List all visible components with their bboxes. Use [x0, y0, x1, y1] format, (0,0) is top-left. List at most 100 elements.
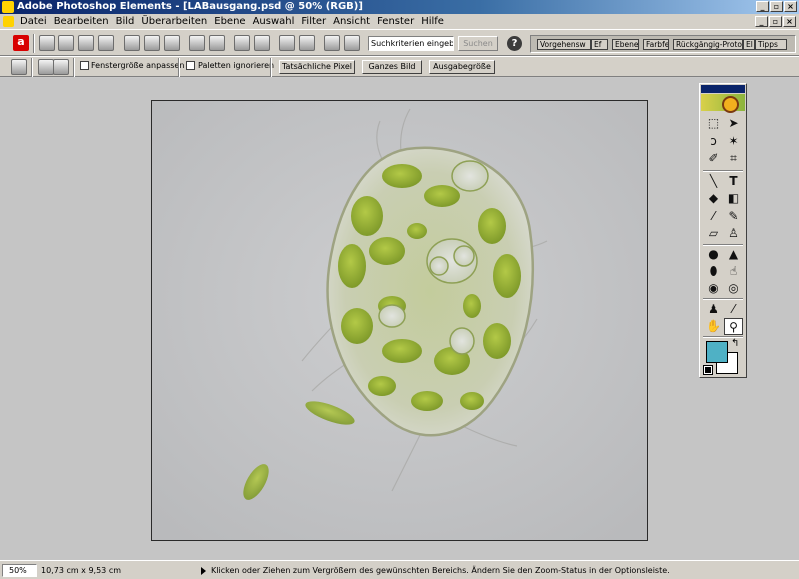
palette-tab-farbfelder[interactable]: Farbfe — [643, 39, 669, 50]
menu-auswahl[interactable]: Auswahl — [251, 14, 300, 29]
zoom-field[interactable]: 50% — [2, 564, 37, 577]
window-controls: _ ▫ × — [756, 1, 797, 12]
menu-ebene[interactable]: Ebene — [212, 14, 250, 29]
swap-colors-icon[interactable]: ↰ — [731, 339, 739, 349]
document-canvas[interactable] — [151, 100, 648, 541]
foreground-color-swatch[interactable] — [706, 341, 728, 363]
document-size: 10,73 cm x 9,53 cm — [41, 566, 122, 575]
palette-tab-tipps[interactable]: Tipps — [755, 39, 787, 50]
search-input[interactable]: Suchkriterien eingeben — [368, 36, 454, 51]
palette-tab-vorgehensweisen[interactable]: Vorgehensw — [537, 39, 591, 50]
line-tool-icon[interactable]: ╲ — [704, 173, 723, 190]
redo-icon[interactable] — [299, 35, 315, 51]
menu-hilfe[interactable]: Hilfe — [419, 14, 449, 29]
pencil-tool-icon[interactable]: ✎ — [724, 208, 743, 225]
gradient-tool-icon[interactable]: ◧ — [724, 190, 743, 207]
fit-on-screen-button[interactable]: Ganzes Bild — [362, 60, 422, 74]
elements-logo[interactable] — [701, 94, 745, 113]
zoom-in-icon[interactable] — [38, 59, 54, 75]
doc-restore-button[interactable]: ▫ — [769, 16, 782, 27]
hand-tool-icon[interactable]: ✋ — [704, 318, 723, 335]
close-button[interactable]: × — [784, 1, 797, 12]
copy-icon[interactable] — [324, 35, 340, 51]
zoom-tool-icon[interactable] — [11, 59, 27, 75]
adobe-online-icon[interactable]: a — [13, 35, 29, 51]
magic-wand-tool-icon[interactable]: ✶ — [724, 133, 743, 150]
clone-stamp-tool-icon[interactable]: ♙ — [724, 225, 743, 242]
palette-tab-el[interactable]: El — [743, 39, 755, 50]
status-menu-arrow-icon[interactable] — [201, 567, 206, 575]
help-icon[interactable]: ? — [507, 36, 522, 51]
marquee-tool-icon[interactable]: ⬚ — [704, 115, 723, 132]
document-window-controls: _ ▫ × — [755, 16, 796, 27]
palette-well: Vorgehensw Ef Ebenen Farbfe Rückgängig-P… — [530, 35, 796, 53]
photomerge-icon[interactable] — [189, 35, 205, 51]
type-tool-icon[interactable]: T — [724, 173, 743, 190]
actual-pixels-button[interactable]: Tatsächliche Pixel — [279, 60, 355, 74]
minimize-button[interactable]: _ — [756, 1, 769, 12]
print-preview-icon[interactable] — [254, 35, 270, 51]
paint-bucket-tool-icon[interactable]: ◆ — [704, 190, 723, 207]
quick-fix-icon[interactable] — [209, 35, 225, 51]
brush-tool-icon[interactable]: ⁄ — [704, 208, 723, 225]
status-bar: 50% 10,73 cm x 9,53 cm Klicken oder Zieh… — [0, 560, 799, 579]
lasso-tool-icon[interactable]: ↄ — [704, 133, 723, 150]
toolbar-separator — [33, 34, 35, 53]
ignore-palettes-label: Paletten ignorieren — [198, 61, 275, 70]
toolbox-separator — [703, 298, 743, 300]
print-icon[interactable] — [234, 35, 250, 51]
menu-bearbeiten[interactable]: Bearbeiten — [52, 14, 114, 29]
sponge-tool-icon[interactable]: ⬮ — [704, 263, 723, 280]
eraser-tool-icon[interactable]: ▱ — [704, 225, 723, 242]
palette-tab-ebenen[interactable]: Ebenen — [612, 39, 639, 50]
paste-icon[interactable] — [344, 35, 360, 51]
toolbox: ⬚ ➤ ↄ ✶ ✐ ⌗ ╲ T ◆ ◧ ⁄ ✎ ▱ ♙ ● ▲ ⬮ ☝ ◉ ◎ … — [699, 83, 747, 378]
selection-brush-tool-icon[interactable]: ✐ — [704, 150, 723, 167]
window-title: Adobe Photoshop Elements - [LABausgang.p… — [17, 1, 363, 12]
options-separator — [73, 58, 75, 77]
save-icon[interactable] — [124, 35, 140, 51]
move-tool-icon[interactable]: ➤ — [724, 115, 743, 132]
undo-icon[interactable] — [279, 35, 295, 51]
crop-tool-icon[interactable]: ⌗ — [724, 150, 743, 167]
attach-email-icon[interactable] — [164, 35, 180, 51]
zoom-tool-selected-icon[interactable]: ⚲ — [724, 318, 743, 335]
scan-icon[interactable] — [78, 35, 94, 51]
menu-filter[interactable]: Filter — [299, 14, 331, 29]
custom-shape-tool-icon[interactable]: ♟ — [704, 301, 723, 318]
app-icon — [2, 1, 14, 13]
red-eye-tool-icon[interactable]: ◉ — [704, 280, 723, 297]
options-separator — [178, 58, 180, 77]
document-icon[interactable] — [3, 16, 14, 27]
palette-tab-rueckgaengig-protokoll[interactable]: Rückgängig-Protok — [673, 39, 743, 50]
menu-bar: Datei Bearbeiten Bild Überarbeiten Ebene… — [0, 14, 799, 29]
options-separator — [270, 58, 272, 77]
menu-ansicht[interactable]: Ansicht — [331, 14, 375, 29]
palette-tab-effekte[interactable]: Ef — [591, 39, 608, 50]
eyedropper-tool-icon[interactable]: ⁄ — [724, 301, 743, 318]
options-separator — [31, 58, 33, 77]
menu-fenster[interactable]: Fenster — [375, 14, 419, 29]
title-bar: Adobe Photoshop Elements - [LABausgang.p… — [0, 0, 799, 14]
save-for-web-icon[interactable] — [144, 35, 160, 51]
resize-windows-checkbox[interactable] — [80, 61, 89, 70]
search-button[interactable]: Suchen — [458, 36, 498, 51]
default-colors-icon[interactable] — [703, 365, 713, 375]
import-icon[interactable] — [98, 35, 114, 51]
sharpen-tool-icon[interactable]: ▲ — [724, 246, 743, 263]
new-file-icon[interactable] — [39, 35, 55, 51]
menu-bild[interactable]: Bild — [114, 14, 140, 29]
doc-minimize-button[interactable]: _ — [755, 16, 768, 27]
blur-tool-icon[interactable]: ● — [704, 246, 723, 263]
menu-ueberarbeiten[interactable]: Überarbeiten — [139, 14, 212, 29]
doc-close-button[interactable]: × — [783, 16, 796, 27]
open-file-icon[interactable] — [58, 35, 74, 51]
dodge-tool-icon[interactable]: ◎ — [724, 280, 743, 297]
restore-button[interactable]: ▫ — [770, 1, 783, 12]
print-size-button[interactable]: Ausgabegröße — [429, 60, 495, 74]
toolbox-title-bar[interactable] — [701, 85, 745, 93]
zoom-out-icon[interactable] — [53, 59, 69, 75]
menu-datei[interactable]: Datei — [18, 14, 52, 29]
ignore-palettes-checkbox[interactable] — [186, 61, 195, 70]
smudge-tool-icon[interactable]: ☝ — [724, 263, 743, 280]
